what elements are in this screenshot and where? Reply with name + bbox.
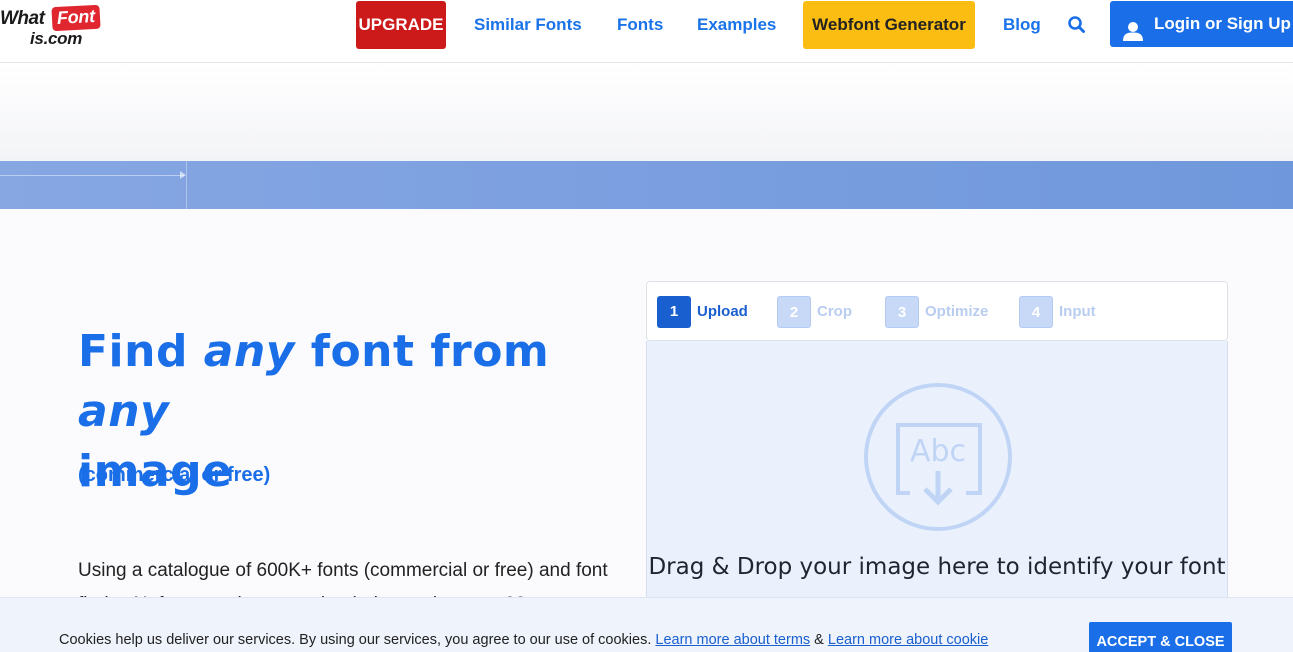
step-label: Crop — [817, 303, 852, 320]
upload-stepper: 1 Upload 2 Crop 3 Optimize 4 Input — [646, 281, 1228, 341]
cookie-amp: & — [810, 632, 828, 648]
step-number: 4 — [1019, 296, 1053, 328]
headline-font-from: font from — [294, 326, 550, 377]
headline-any-2: any — [78, 386, 170, 437]
nav-blog-link[interactable]: Blog — [1003, 0, 1041, 49]
top-navigation-bar: What Font is.com UPGRADE Similar Fonts F… — [0, 0, 1293, 63]
hero-banner-band — [0, 161, 1293, 209]
hero-banner-top — [0, 63, 1293, 161]
step-number: 2 — [777, 296, 811, 328]
step-number: 3 — [885, 296, 919, 328]
page-subheading: (commercial or free) — [78, 464, 271, 486]
step-label: Optimize — [925, 303, 989, 320]
upload-image-icon: Abc — [862, 381, 1014, 533]
user-icon — [1123, 13, 1143, 41]
logo-word-font: Font — [56, 6, 96, 28]
login-signup-label: Login or Sign Up — [1154, 14, 1291, 33]
nav-fonts-link[interactable]: Fonts — [617, 0, 663, 49]
cookie-message: Cookies help us deliver our services. By… — [59, 632, 988, 648]
whatfontis-logo[interactable]: What Font is.com — [0, 4, 112, 50]
accept-close-button[interactable]: ACCEPT & CLOSE — [1089, 622, 1232, 652]
cookie-consent-bar: Cookies help us deliver our services. By… — [0, 597, 1293, 652]
upgrade-button[interactable]: UPGRADE — [356, 1, 446, 49]
decor-line — [0, 175, 184, 176]
login-signup-button[interactable]: Login or Sign Up — [1110, 1, 1293, 47]
learn-more-terms-link[interactable]: Learn more about terms — [655, 632, 810, 648]
headline-find: Find — [78, 326, 204, 377]
headline-any-1: any — [203, 326, 295, 377]
learn-more-cookie-link[interactable]: Learn more about cookie — [828, 632, 988, 648]
nav-similar-fonts-link[interactable]: Similar Fonts — [474, 0, 582, 49]
webfont-generator-button[interactable]: Webfont Generator — [803, 1, 975, 49]
decor-divider — [186, 161, 187, 209]
step-label: Input — [1059, 303, 1096, 320]
upload-icon-text: Abc — [910, 434, 966, 469]
search-icon[interactable] — [1066, 14, 1088, 36]
step-number: 1 — [657, 296, 691, 328]
cookie-message-text: Cookies help us deliver our services. By… — [59, 632, 656, 648]
nav-examples-link[interactable]: Examples — [697, 0, 776, 49]
logo-word-iscom: is.com — [30, 29, 83, 48]
logo-word-what: What — [0, 8, 45, 29]
logo-font-badge: Font — [51, 4, 101, 32]
dropzone-instruction: Drag & Drop your image here to identify … — [648, 554, 1226, 580]
step-label: Upload — [697, 303, 748, 320]
